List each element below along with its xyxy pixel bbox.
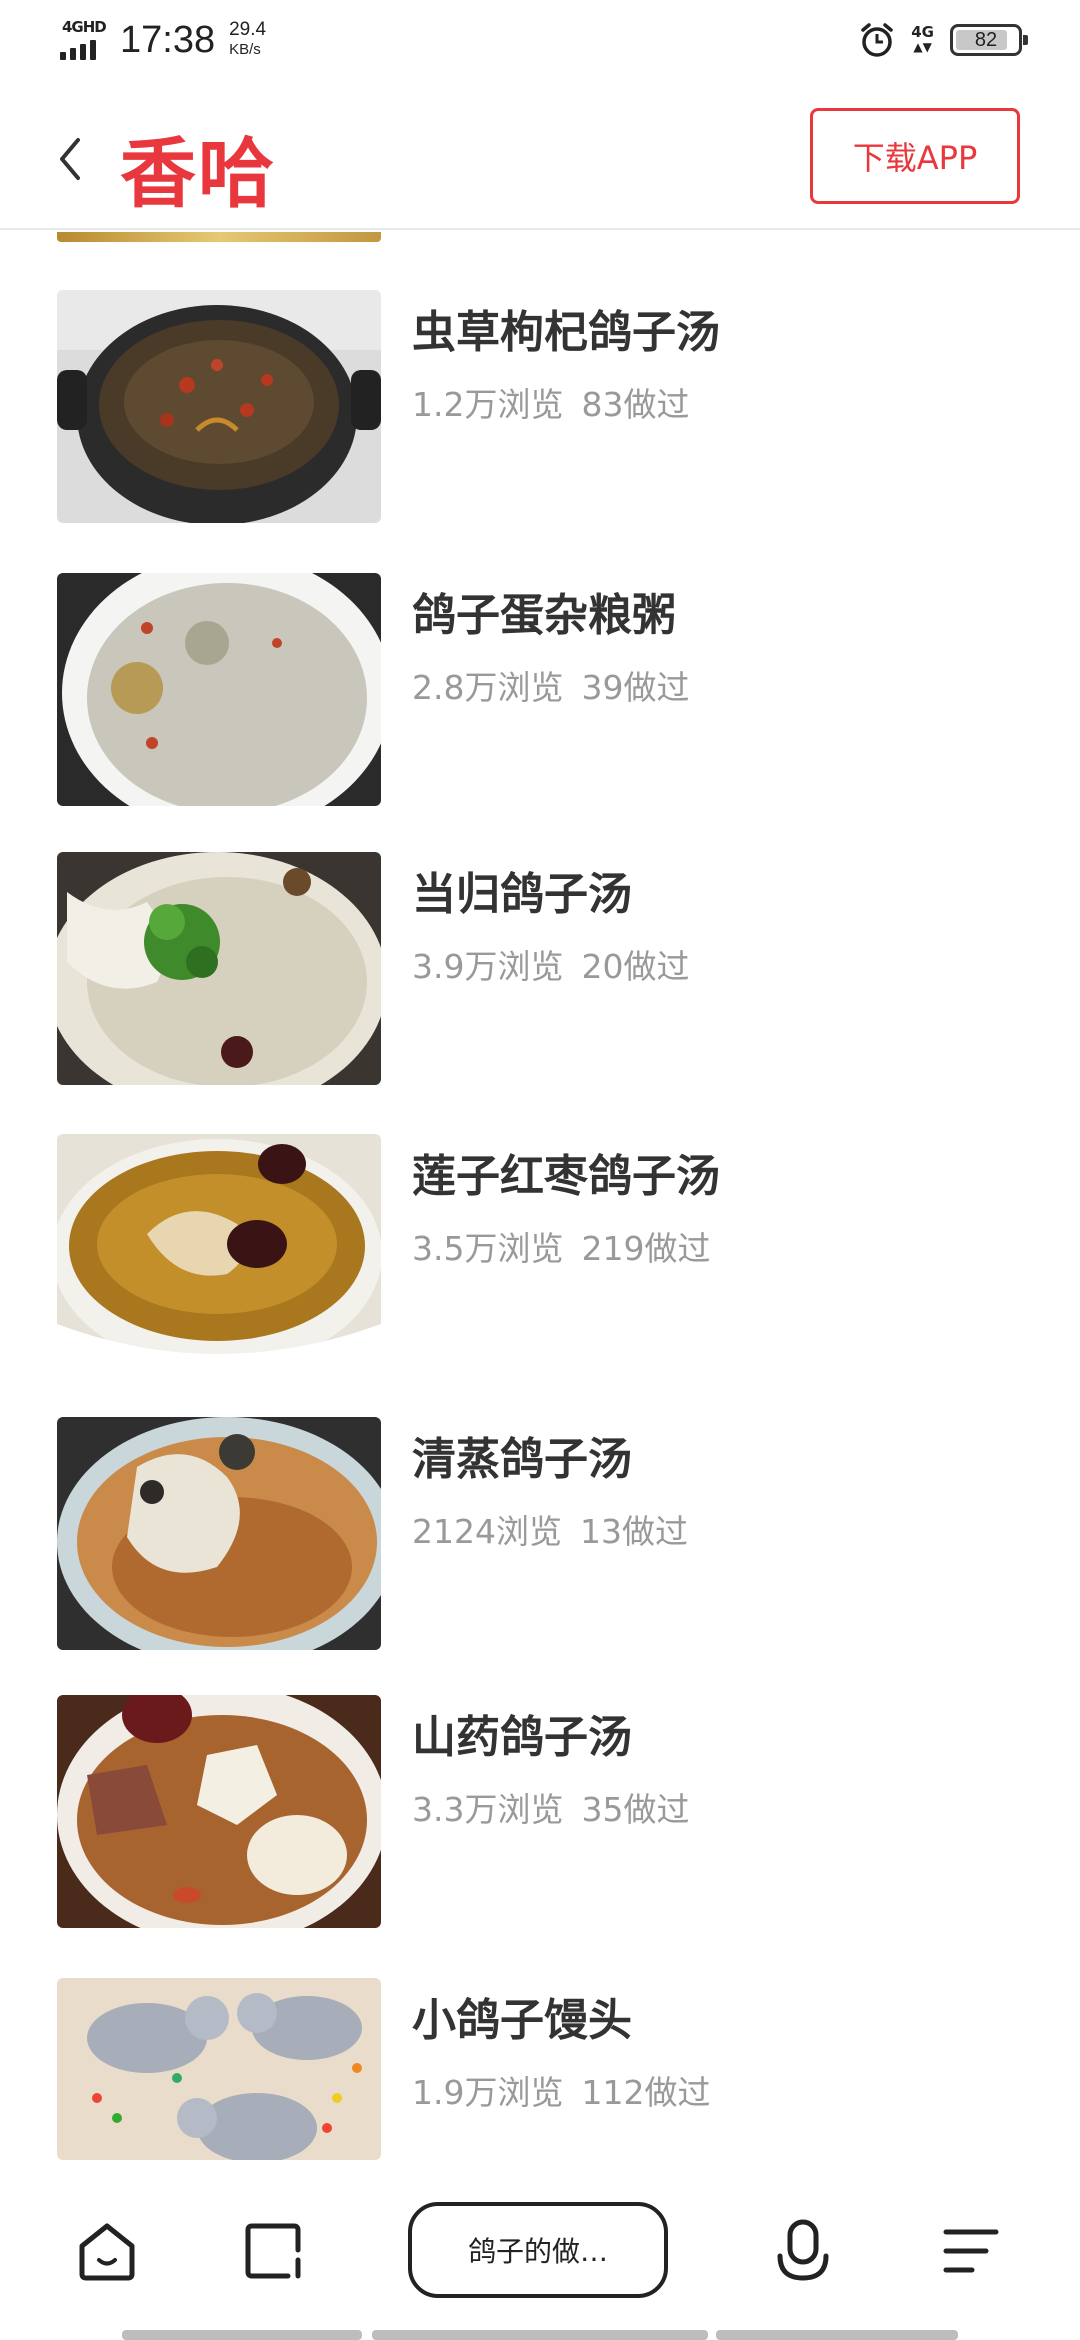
recipe-image bbox=[57, 1978, 381, 2160]
view-count: 1.9万浏览 bbox=[412, 2073, 564, 2112]
signal-icon: 4GHD bbox=[58, 18, 108, 62]
view-count: 1.2万浏览 bbox=[412, 385, 564, 424]
view-count: 3.9万浏览 bbox=[412, 947, 564, 986]
made-count: 35做过 bbox=[581, 1790, 690, 1829]
gesture-bar-segment bbox=[716, 2330, 958, 2340]
search-input[interactable]: 鸽子的做… bbox=[408, 2202, 668, 2298]
recipe-image bbox=[57, 1695, 381, 1928]
home-icon[interactable] bbox=[72, 2216, 142, 2286]
made-count: 13做过 bbox=[579, 1512, 688, 1551]
data-arrows-icon: ▲▼ bbox=[913, 40, 932, 54]
logo[interactable]: 香哈 bbox=[120, 112, 276, 222]
recipe-item[interactable]: 虫草枸杞鸽子汤 1.2万浏览 83做过 bbox=[0, 290, 1080, 530]
network-speed: 29.4 KB/s bbox=[229, 20, 266, 60]
recipe-image bbox=[57, 1417, 381, 1650]
status-bar: 4GHD 17:38 29.4 KB/s 4G ▲▼ 82 bbox=[0, 0, 1080, 84]
made-count: 20做过 bbox=[581, 947, 690, 986]
tabs-icon[interactable] bbox=[238, 2216, 308, 2286]
status-left: 4GHD 17:38 29.4 KB/s bbox=[58, 18, 266, 62]
recipe-item[interactable]: 小鸽子馒头 1.9万浏览 112做过 bbox=[0, 1978, 1080, 2160]
recipe-stats: 3.9万浏览 20做过 bbox=[412, 940, 689, 988]
recipe-title: 鸽子蛋杂粮粥 bbox=[412, 590, 676, 641]
clock: 17:38 bbox=[120, 18, 216, 61]
view-count: 2124浏览 bbox=[412, 1512, 562, 1551]
recipe-list: 虫草枸杞鸽子汤 1.2万浏览 83做过 鸽子蛋杂粮粥 2.8万浏览 39做过 当… bbox=[0, 232, 1080, 2160]
made-count: 83做过 bbox=[581, 385, 690, 424]
recipe-image bbox=[57, 290, 381, 523]
recipe-stats: 2124浏览 13做过 bbox=[412, 1505, 688, 1553]
alarm-icon bbox=[861, 23, 893, 57]
recipe-stats: 2.8万浏览 39做过 bbox=[412, 661, 689, 709]
recipe-image bbox=[57, 852, 381, 1085]
gesture-bar-segment bbox=[372, 2330, 708, 2340]
recipe-title: 莲子红枣鸽子汤 bbox=[412, 1151, 720, 1202]
menu-icon[interactable] bbox=[936, 2216, 1006, 2286]
speed-value: 29.4 bbox=[229, 19, 267, 40]
view-count: 3.5万浏览 bbox=[412, 1229, 564, 1268]
partial-recipe-image bbox=[57, 232, 381, 242]
recipe-stats: 1.2万浏览 83做过 bbox=[412, 378, 689, 426]
network-type: 4GHD bbox=[62, 18, 107, 36]
recipe-image bbox=[57, 1134, 381, 1367]
recipe-stats: 3.5万浏览 219做过 bbox=[412, 1222, 710, 1270]
recipe-item[interactable]: 莲子红枣鸽子汤 3.5万浏览 219做过 bbox=[0, 1134, 1080, 1374]
view-count: 2.8万浏览 bbox=[412, 668, 564, 707]
recipe-title: 虫草枸杞鸽子汤 bbox=[412, 307, 720, 358]
recipe-image bbox=[57, 573, 381, 806]
mobile-data-label: 4G bbox=[911, 23, 934, 41]
browser-bottom-bar: 鸽子的做… bbox=[0, 2168, 1080, 2340]
recipe-title: 山药鸽子汤 bbox=[412, 1712, 632, 1763]
mobile-data-indicator: 4G ▲▼ bbox=[911, 25, 934, 55]
download-app-button[interactable]: 下载APP bbox=[810, 108, 1020, 204]
recipe-item[interactable]: 山药鸽子汤 3.3万浏览 35做过 bbox=[0, 1695, 1080, 1935]
app-header: 香哈 下载APP bbox=[0, 84, 1080, 230]
microphone-icon[interactable] bbox=[768, 2216, 838, 2286]
status-right: 4G ▲▼ 82 bbox=[859, 22, 1028, 58]
made-count: 219做过 bbox=[581, 1229, 711, 1268]
recipe-stats: 1.9万浏览 112做过 bbox=[412, 2066, 710, 2114]
recipe-title: 小鸽子馒头 bbox=[412, 1995, 632, 2046]
recipe-item[interactable]: 当归鸽子汤 3.9万浏览 20做过 bbox=[0, 852, 1080, 1092]
recipe-title: 清蒸鸽子汤 bbox=[412, 1434, 632, 1485]
recipe-stats: 3.3万浏览 35做过 bbox=[412, 1783, 689, 1831]
made-count: 112做过 bbox=[581, 2073, 711, 2112]
recipe-item[interactable]: 鸽子蛋杂粮粥 2.8万浏览 39做过 bbox=[0, 573, 1080, 813]
recipe-item[interactable]: 清蒸鸽子汤 2124浏览 13做过 bbox=[0, 1417, 1080, 1657]
back-icon[interactable] bbox=[52, 134, 92, 184]
recipe-title: 当归鸽子汤 bbox=[412, 869, 632, 920]
made-count: 39做过 bbox=[581, 668, 690, 707]
battery-level: 82 bbox=[974, 28, 998, 51]
view-count: 3.3万浏览 bbox=[412, 1790, 564, 1829]
battery-icon: 82 bbox=[950, 24, 1028, 56]
gesture-bar-segment bbox=[122, 2330, 362, 2340]
speed-unit: KB/s bbox=[229, 41, 261, 58]
